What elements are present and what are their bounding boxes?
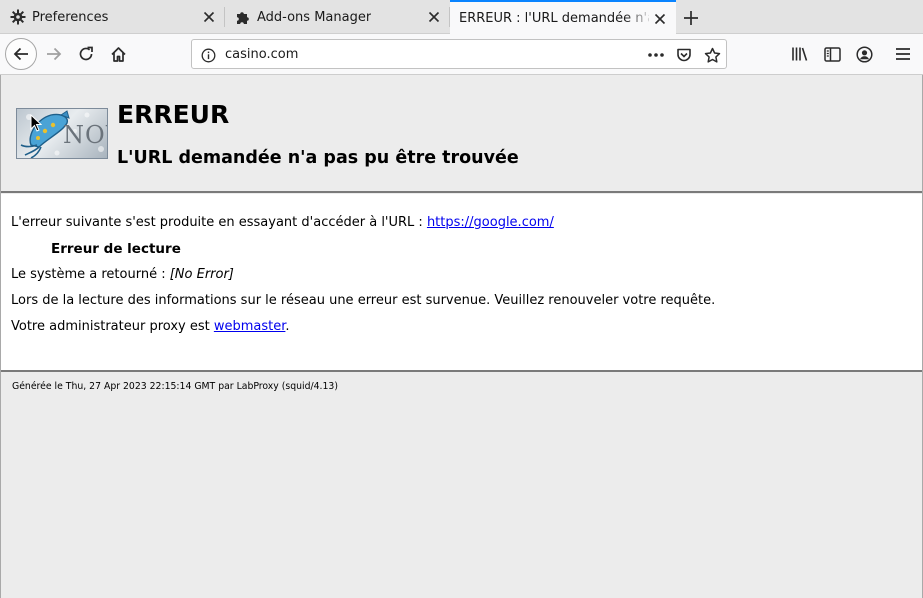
generated-footer: Générée le Thu, 27 Apr 2023 22:15:14 GMT… <box>12 381 338 392</box>
plus-icon <box>684 11 698 25</box>
error-name: Erreur de lecture <box>51 241 181 257</box>
arrow-left-icon <box>13 47 28 61</box>
system-return-value: [No Error] <box>169 267 234 282</box>
proxy-admin-line: Votre administrateur proxy est webmaster… <box>11 319 290 334</box>
tab-label: ERREUR : l'URL demandée n'a pas pu être … <box>459 11 649 26</box>
mouse-cursor-icon <box>30 114 42 132</box>
new-tab-button[interactable] <box>680 7 702 29</box>
account-icon <box>855 45 873 63</box>
bookmark-star-icon[interactable] <box>703 46 721 64</box>
page-content: NOW ERREUR L'URL demandée n'a pas pu êtr… <box>0 75 923 598</box>
back-button[interactable] <box>5 38 37 70</box>
page-title: ERREUR <box>117 100 230 129</box>
tab-error-page[interactable]: ERREUR : l'URL demandée n'a pas pu être … <box>450 0 676 35</box>
error-body: L'erreur suivante s'est produite en essa… <box>1 194 922 372</box>
proxy-admin-prefix: Votre administrateur proxy est <box>11 319 214 334</box>
close-icon[interactable] <box>652 11 668 27</box>
hamburger-menu-icon <box>896 48 910 60</box>
close-icon[interactable] <box>426 9 442 25</box>
error-url-line: L'erreur suivante s'est produite en essa… <box>11 215 554 230</box>
sidebar-button[interactable] <box>818 40 846 68</box>
account-button[interactable] <box>850 40 878 68</box>
library-button[interactable] <box>786 40 814 68</box>
pocket-icon[interactable] <box>675 46 693 64</box>
tab-label: Add-ons Manager <box>257 9 372 25</box>
library-icon <box>792 47 808 61</box>
tab-label: Preferences <box>32 9 109 25</box>
url-text[interactable]: casino.com <box>225 47 298 62</box>
requested-url-link[interactable]: https://google.com/ <box>427 215 554 230</box>
url-bar[interactable]: casino.com <box>191 39 727 69</box>
gear-icon <box>10 9 26 25</box>
home-icon <box>110 46 126 62</box>
logo-text: NOW <box>63 121 107 149</box>
navigation-toolbar: casino.com <box>0 34 923 75</box>
forward-button[interactable] <box>40 40 68 68</box>
page-subtitle: L'URL demandée n'a pas pu être trouvée <box>117 148 519 168</box>
webmaster-link[interactable]: webmaster <box>214 319 286 334</box>
tab-addons-manager[interactable]: Add-ons Manager <box>225 0 450 34</box>
menu-button[interactable] <box>889 40 917 68</box>
tab-preferences[interactable]: Preferences <box>0 0 225 34</box>
error-header: NOW ERREUR L'URL demandée n'a pas pu êtr… <box>1 75 922 193</box>
puzzle-icon <box>235 9 251 25</box>
home-button[interactable] <box>104 40 132 68</box>
sidebar-icon <box>823 46 841 62</box>
page-actions-icon[interactable] <box>647 46 665 64</box>
error-url-prefix: L'erreur suivante s'est produite en essa… <box>11 215 427 230</box>
reload-icon <box>79 46 93 61</box>
system-return-line: Le système a retourné : [No Error] <box>11 267 234 282</box>
arrow-right-icon <box>47 47 62 61</box>
info-icon[interactable] <box>199 46 217 64</box>
system-return-prefix: Le système a retourné : <box>11 267 170 282</box>
reload-button[interactable] <box>72 40 100 68</box>
proxy-admin-suffix: . <box>285 319 290 334</box>
error-description: Lors de la lecture des informations sur … <box>11 293 716 308</box>
tab-strip: Preferences Add-ons Manager ERREUR : l'U… <box>0 0 923 35</box>
close-icon[interactable] <box>201 9 217 25</box>
